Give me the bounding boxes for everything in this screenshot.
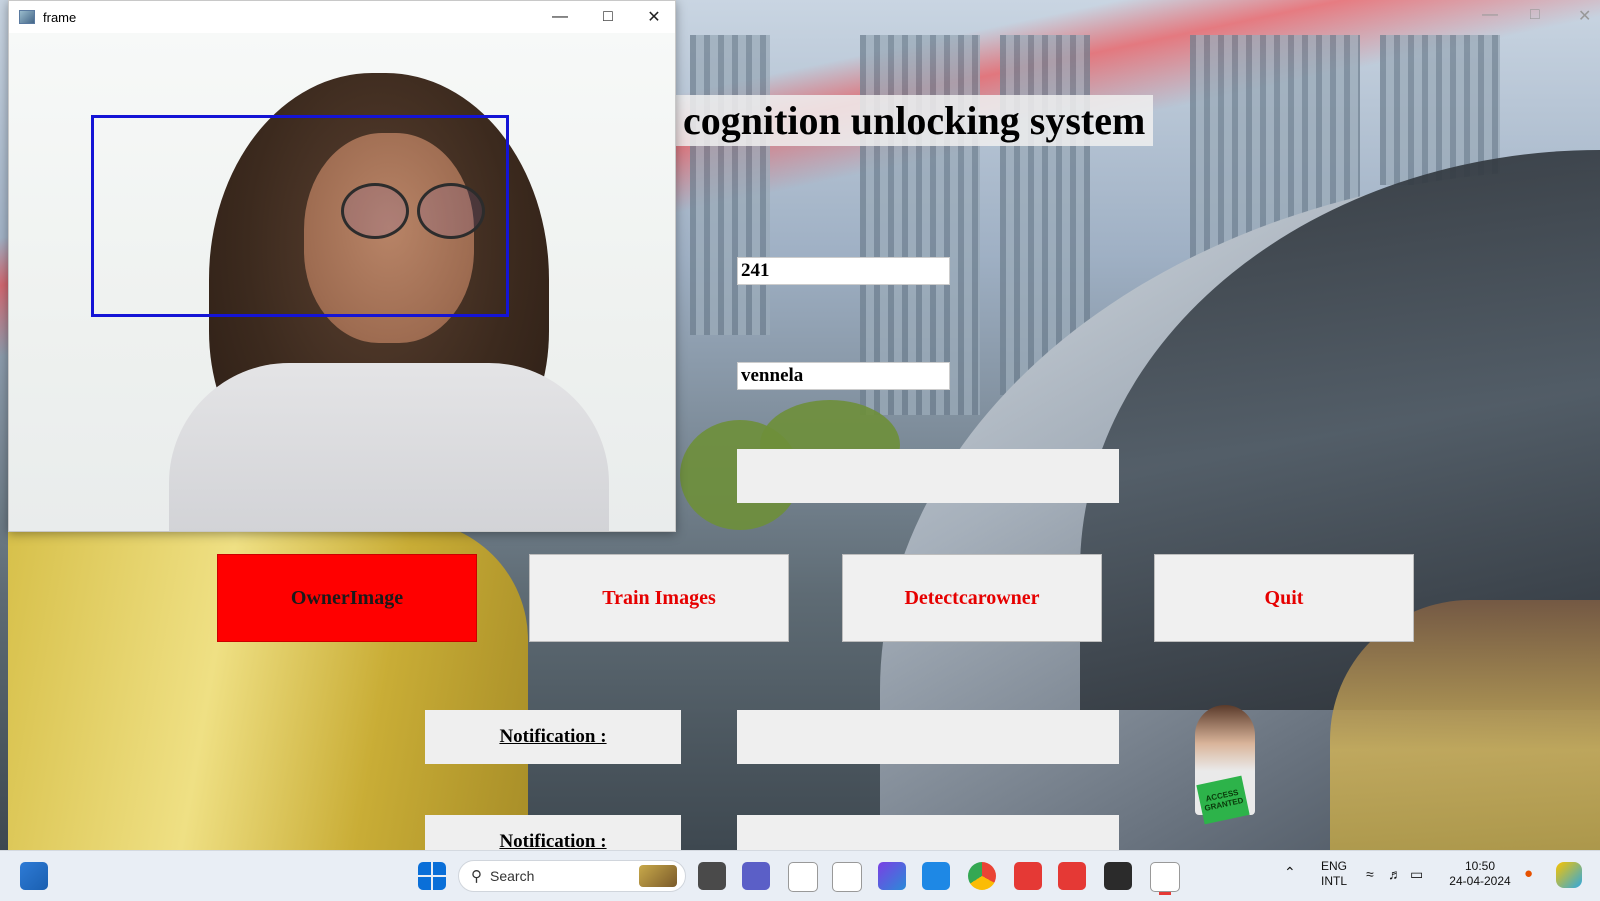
train-images-button[interactable]: Train Images — [529, 554, 789, 642]
start-icon[interactable] — [418, 862, 446, 890]
file-icon[interactable] — [788, 862, 818, 892]
file-icon[interactable] — [1150, 862, 1180, 892]
widgets-icon[interactable] — [20, 862, 48, 890]
wifi-icon[interactable]: ≈ — [1366, 867, 1374, 882]
app-icon[interactable] — [1058, 862, 1086, 890]
camera-person-shirt — [169, 363, 609, 531]
window-app-icon — [19, 10, 35, 24]
quit-button[interactable]: Quit — [1154, 554, 1414, 642]
app-title: cognition unlocking system — [675, 95, 1154, 146]
battery-icon[interactable]: ▭ — [1410, 867, 1423, 882]
maximize-icon[interactable]: □ — [585, 1, 631, 33]
language-line1: ENG — [1320, 859, 1347, 873]
frame-window: frame — □ ✕ — [8, 0, 676, 532]
close-icon[interactable]: ✕ — [631, 1, 677, 33]
name-field[interactable]: vennela — [737, 362, 950, 390]
frame-window-title: frame — [43, 9, 77, 25]
id-field[interactable]: 241 — [737, 257, 950, 285]
app-icon[interactable] — [1014, 862, 1042, 890]
volume-icon[interactable]: ♬ — [1388, 867, 1402, 882]
mail-icon[interactable] — [922, 862, 950, 890]
minimize-icon[interactable]: — — [537, 1, 583, 33]
taskbar-search[interactable]: ⚲ Search — [458, 860, 686, 892]
search-highlight-icon — [639, 865, 677, 887]
taskbar: ⚲ Search ⌃ ENG INTL ≈ ♬ ▭ 10:50 24-04-20… — [0, 850, 1600, 901]
copilot-icon[interactable] — [878, 862, 906, 890]
background-building — [690, 35, 770, 335]
detect-car-owner-button[interactable]: Detectcarowner — [842, 554, 1102, 642]
notification-bell-icon[interactable]: ● — [1524, 866, 1533, 881]
face-detection-box — [91, 115, 509, 317]
frame-titlebar[interactable]: frame — □ ✕ — [9, 1, 675, 33]
task-view-icon[interactable] — [698, 862, 726, 890]
chevron-up-icon[interactable]: ⌃ — [1284, 865, 1296, 880]
app-minimize-icon[interactable]: — — [1482, 6, 1498, 24]
camera-feed — [9, 33, 675, 531]
search-icon: ⚲ — [471, 868, 482, 885]
copilot-tray-icon[interactable] — [1556, 862, 1582, 888]
teams-icon[interactable] — [742, 862, 770, 890]
clock-date: 24-04-2024 — [1449, 874, 1511, 888]
notification-field — [737, 710, 1119, 764]
terminal-icon[interactable] — [1104, 862, 1132, 890]
app-maximize-icon[interactable]: □ — [1530, 6, 1540, 24]
clock-time: 10:50 — [1464, 859, 1496, 873]
language-line2: INTL — [1320, 874, 1347, 888]
notification-field — [737, 815, 1119, 850]
file-icon[interactable] — [832, 862, 862, 892]
clock[interactable]: 10:50 24-04-2024 — [1440, 859, 1520, 889]
language-indicator[interactable]: ENG INTL — [1316, 859, 1352, 889]
notification-label: Notification : — [425, 710, 681, 764]
chrome-icon[interactable] — [968, 862, 996, 890]
owner-image-button[interactable]: OwnerImage — [217, 554, 477, 642]
app-close-icon[interactable]: ✕ — [1578, 6, 1591, 26]
background-building — [860, 35, 980, 415]
search-placeholder: Search — [490, 868, 535, 884]
message-field[interactable] — [737, 449, 1119, 503]
notification-label: Notification : — [425, 815, 681, 850]
